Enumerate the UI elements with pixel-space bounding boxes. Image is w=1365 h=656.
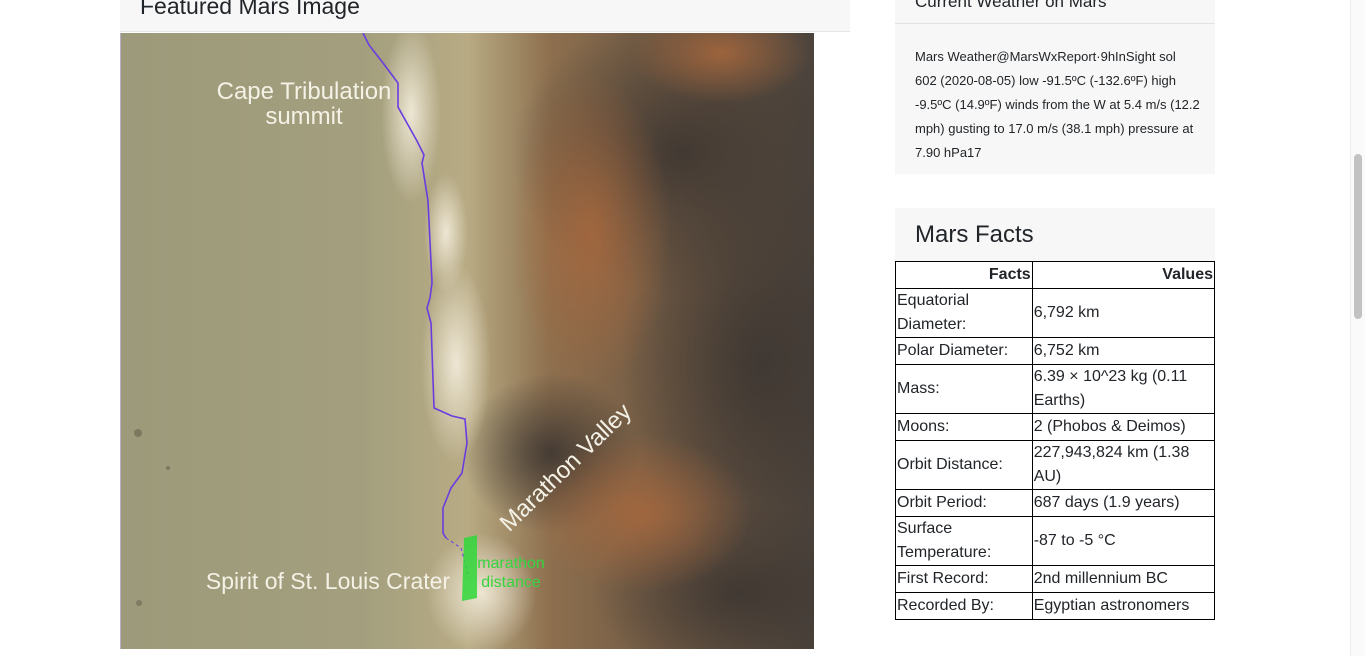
fact-value: 2 (Phobos & Deimos) xyxy=(1031,413,1216,441)
fact-value: -87 to -5 °C xyxy=(1031,516,1216,566)
featured-mars-image[interactable]: Cape Tribulation summit Marathon Valley … xyxy=(120,33,814,649)
table-row: Recorded By: Egyptian astronomers xyxy=(895,592,1216,620)
fact-label: Orbit Distance: xyxy=(895,440,1033,490)
fact-value: 687 days (1.9 years) xyxy=(1031,489,1216,517)
fact-value: 2nd millennium BC xyxy=(1031,565,1216,593)
fact-label: Recorded By: xyxy=(895,592,1033,620)
fact-value: 6.39 × 10^23 kg (0.11 Earths) xyxy=(1031,364,1216,414)
fact-value: 6,752 km xyxy=(1031,337,1216,365)
mars-facts-header: Mars Facts xyxy=(895,208,1215,261)
fact-label: Moons: xyxy=(895,413,1033,441)
fact-value: Egyptian astronomers xyxy=(1031,592,1216,620)
fact-label: Polar Diameter: xyxy=(895,337,1033,365)
page-scrollbar[interactable] xyxy=(1350,0,1365,656)
fact-label: Mass: xyxy=(895,364,1033,414)
fact-label: Equatorial Diameter: xyxy=(895,288,1033,338)
weather-title: Current Weather on Mars xyxy=(915,0,1107,11)
facts-column-header: Facts xyxy=(895,261,1033,289)
fact-value: 6,792 km xyxy=(1031,288,1216,338)
mars-facts-section: Mars Facts Facts Values Equatorial Diame… xyxy=(895,208,1216,620)
table-row: Surface Temperature: -87 to -5 °C xyxy=(895,516,1216,566)
mars-facts-title: Mars Facts xyxy=(915,221,1034,248)
featured-image-title: Featured Mars Image xyxy=(140,0,360,19)
featured-image-header: Featured Mars Image xyxy=(120,0,850,32)
cape-label-line2: summit xyxy=(265,103,343,130)
weather-header: Current Weather on Mars xyxy=(895,0,1215,24)
fact-label: Orbit Period: xyxy=(895,489,1033,517)
table-row: Mass: 6.39 × 10^23 kg (0.11 Earths) xyxy=(895,364,1216,414)
table-row: Polar Diameter: 6,752 km xyxy=(895,337,1216,365)
table-row: Orbit Distance: 227,943,824 km (1.38 AU) xyxy=(895,440,1216,490)
table-row: Orbit Period: 687 days (1.9 years) xyxy=(895,489,1216,517)
weather-report: Mars Weather@MarsWxReport·9hInSight sol … xyxy=(915,49,1200,160)
fact-label: First Record: xyxy=(895,565,1033,593)
cape-label-line1: Cape Tribulation xyxy=(217,78,392,105)
table-header-row: Facts Values xyxy=(895,261,1216,289)
table-row: First Record: 2nd millennium BC xyxy=(895,565,1216,593)
mars-facts-table: Facts Values Equatorial Diameter: 6,792 k… xyxy=(895,261,1216,620)
scrollbar-thumb[interactable] xyxy=(1354,154,1362,319)
fact-label: Surface Temperature: xyxy=(895,516,1033,566)
values-column-header: Values xyxy=(1031,261,1216,289)
marathon-distance-line1: marathon xyxy=(477,555,545,572)
marathon-distance-line2: distance xyxy=(481,574,541,591)
table-row: Equatorial Diameter: 6,792 km xyxy=(895,288,1216,338)
weather-section: Current Weather on Mars Mars Weather@Mar… xyxy=(895,0,1215,174)
crater-label: Spirit of St. Louis Crater xyxy=(206,568,450,594)
table-row: Moons: 2 (Phobos & Deimos) xyxy=(895,413,1216,441)
featured-image-section: Featured Mars Image Cape Tribulation sum… xyxy=(120,0,850,656)
fact-value: 227,943,824 km (1.38 AU) xyxy=(1031,440,1216,490)
